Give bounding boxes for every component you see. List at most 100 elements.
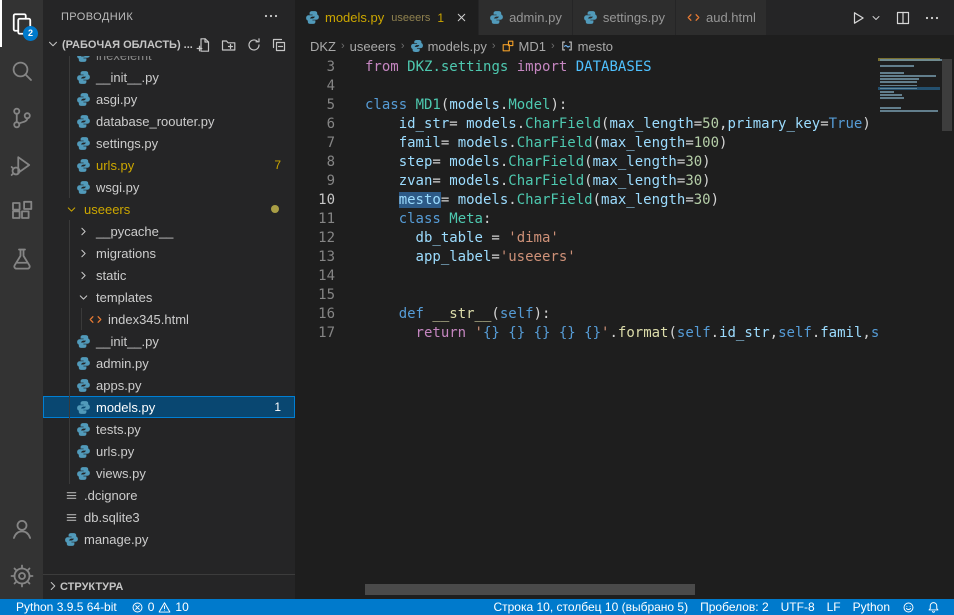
tree-folder-migrations[interactable]: migrations: [43, 242, 295, 264]
tab-settings-py[interactable]: settings.py: [573, 0, 676, 35]
tree-file-asgi-py[interactable]: asgi.py: [43, 88, 295, 110]
tree-file-index345-html[interactable]: index345.html: [43, 308, 295, 330]
tree-folder--pycache-[interactable]: __pycache__: [43, 220, 295, 242]
breadcrumb-item-useeers[interactable]: useeers: [350, 39, 396, 54]
tab-label: models.py: [325, 10, 384, 25]
code-editor[interactable]: 3from DKZ.settings import DATABASES45cla…: [295, 57, 954, 599]
collapse-all-icon[interactable]: [271, 37, 287, 53]
code-token: Model: [508, 97, 550, 113]
tree-file--init-py[interactable]: __init__.py: [43, 66, 295, 88]
close-icon[interactable]: [455, 11, 468, 24]
tree-file-models-py[interactable]: models.py1: [43, 396, 295, 418]
activity-testing[interactable]: [0, 235, 43, 282]
tab-models-py[interactable]: models.pyuseeers1: [295, 0, 479, 35]
tree-file-wsgi-py[interactable]: wsgi.py: [43, 176, 295, 198]
tree-item-label: __init__.py: [96, 334, 159, 349]
code-token: 30: [694, 192, 711, 208]
indent-guide: [69, 374, 70, 396]
tree-file-manage-py[interactable]: manage.py: [43, 528, 295, 550]
status-python-interpreter[interactable]: Python 3.9.5 64-bit: [10, 599, 123, 615]
tree-file-database-roouter-py[interactable]: database_roouter.py: [43, 110, 295, 132]
tab-aud-html[interactable]: aud.html: [676, 0, 767, 35]
tree-file-settings-py[interactable]: settings.py: [43, 132, 295, 154]
status-notifications[interactable]: [921, 599, 946, 615]
tree-file-views-py[interactable]: views.py: [43, 462, 295, 484]
indent-guide: [69, 88, 70, 110]
activity-extensions[interactable]: [0, 188, 43, 235]
code-token: id_str: [719, 325, 770, 341]
tab-admin-py[interactable]: admin.py: [479, 0, 573, 35]
more-actions-button[interactable]: [924, 10, 940, 26]
status-language-mode[interactable]: Python: [847, 599, 896, 615]
code-token: CharField: [517, 135, 593, 151]
indent-guide: [69, 286, 70, 308]
refresh-icon[interactable]: [246, 37, 262, 53]
code-token: =: [432, 173, 449, 189]
python-file-icon: [75, 465, 91, 481]
indent-guide: [81, 308, 82, 330]
breadcrumb-separator-icon: ›: [400, 40, 406, 52]
breadcrumb-item-models-py[interactable]: models.py: [410, 39, 487, 54]
tree-file-urls-py[interactable]: urls.py7: [43, 154, 295, 176]
tree-file-urls-py[interactable]: urls.py: [43, 440, 295, 462]
activity-settings[interactable]: [0, 552, 43, 599]
status-cursor-position[interactable]: Строка 10, столбец 10 (выбрано 5): [487, 599, 694, 615]
code-token: (: [584, 154, 592, 170]
line-number: 10: [295, 191, 335, 210]
activity-run-debug[interactable]: [0, 141, 43, 188]
new-folder-icon[interactable]: [221, 37, 237, 53]
activity-source-control[interactable]: [0, 94, 43, 141]
minimap[interactable]: [878, 57, 940, 112]
code-token: ): [711, 192, 719, 208]
code-token: [525, 325, 533, 341]
status-feedback[interactable]: [896, 599, 921, 615]
activity-accounts[interactable]: [0, 505, 43, 552]
vertical-scrollbar[interactable]: [942, 59, 952, 131]
python-file-icon: [75, 333, 91, 349]
split-editor-button[interactable]: [895, 10, 911, 26]
views-more-actions-icon[interactable]: [263, 8, 295, 27]
code-token: =: [432, 154, 449, 170]
beaker-icon: [10, 247, 34, 271]
tree-item-label: migrations: [96, 246, 156, 261]
code-token: ,: [862, 325, 870, 341]
tree-file--init-py[interactable]: __init__.py: [43, 330, 295, 352]
tab-description: useeers: [391, 12, 430, 24]
status-indentation[interactable]: Пробелов: 2: [694, 599, 775, 615]
status-eol[interactable]: LF: [821, 599, 847, 615]
activity-explorer[interactable]: 2: [0, 0, 43, 47]
symbol-field-icon: [560, 39, 574, 53]
code-line-3: 3from DKZ.settings import DATABASES: [295, 58, 878, 77]
tree-item-label: static: [96, 268, 126, 283]
code-token: from: [365, 59, 407, 75]
code-token: step: [399, 154, 433, 170]
outline-section-header[interactable]: СТРУКТУРА: [43, 574, 295, 599]
status-encoding[interactable]: UTF-8: [775, 599, 821, 615]
workspace-section-header[interactable]: (РАБОЧАЯ ОБЛАСТЬ) ...: [43, 34, 295, 56]
breadcrumb-label: mesto: [578, 39, 613, 54]
tree-file-tests-py[interactable]: tests.py: [43, 418, 295, 440]
tree-folder-useeers[interactable]: useeers: [43, 198, 295, 220]
tree-folder-static[interactable]: static: [43, 264, 295, 286]
run-dropdown[interactable]: [870, 12, 882, 24]
tree-file-db-sqlite3[interactable]: db.sqlite3: [43, 506, 295, 528]
breadcrumb-item-dkz[interactable]: DKZ: [310, 39, 336, 54]
activity-search[interactable]: [0, 47, 43, 94]
indent-guide: [69, 396, 70, 418]
code-token: .: [812, 325, 820, 341]
horizontal-scrollbar[interactable]: [365, 584, 695, 595]
code-token: primary_key: [727, 116, 820, 132]
tree-item-label: urls.py: [96, 158, 134, 173]
status-problems[interactable]: 010: [125, 599, 195, 615]
breadcrumb-item-mesto[interactable]: mesto: [560, 39, 613, 54]
tree-file--dcignore[interactable]: .dcignore: [43, 484, 295, 506]
code-token: =: [441, 192, 458, 208]
tree-folder-templates[interactable]: templates: [43, 286, 295, 308]
tree-file-apps-py[interactable]: apps.py: [43, 374, 295, 396]
tree-file-admin-py[interactable]: admin.py: [43, 352, 295, 374]
run-file-button[interactable]: [850, 10, 866, 26]
breadcrumb-item-md1[interactable]: MD1: [501, 39, 546, 54]
new-file-icon[interactable]: [196, 37, 212, 53]
code-token: ):: [534, 306, 551, 322]
code-token: max_length: [593, 154, 677, 170]
